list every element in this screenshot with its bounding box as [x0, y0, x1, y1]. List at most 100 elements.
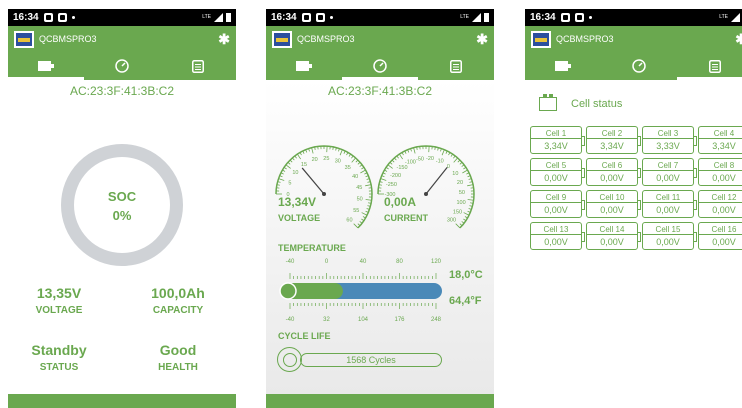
voltage-gauge-tick	[365, 184, 372, 187]
voltage-gauge-tick	[355, 159, 359, 163]
current-gauge-tick	[380, 178, 387, 181]
gauge-icon	[373, 59, 387, 73]
cell-name: Cell 10	[587, 191, 637, 203]
more-notifications-icon	[71, 16, 75, 19]
voltage-gauge-tick	[361, 167, 365, 170]
soc-value: 0%	[112, 208, 132, 223]
cell-name: Cell 9	[531, 191, 581, 203]
voltage-gauge-tick	[348, 153, 351, 157]
app-title: QCBMSPRO3	[297, 34, 355, 44]
cell-voltage: 3,34V	[712, 141, 736, 151]
current-gauge-tick	[462, 169, 468, 174]
tab-battery[interactable]	[266, 52, 342, 80]
notification-icon	[315, 13, 325, 22]
status-time: 16:34	[13, 12, 39, 23]
cell-card: Cell 16 0,00V	[698, 222, 742, 250]
tab-battery[interactable]	[8, 52, 84, 80]
health-label: HEALTH	[158, 362, 198, 373]
celsius-tick-label: 40	[360, 259, 367, 265]
current-gauge-tick-label: 100	[457, 200, 466, 206]
tab-list[interactable]	[160, 52, 236, 80]
cell-voltage: 3,34V	[600, 141, 624, 151]
bluetooth-icon[interactable]: ✱	[735, 31, 742, 48]
current-gauge-tick-label: -50	[416, 157, 424, 163]
voltage-gauge-tick-label: 10	[292, 170, 298, 176]
cell-name: Cell 7	[643, 159, 693, 171]
app-bar: QCBMSPRO3 ✱	[8, 26, 236, 52]
app-bar: QCBMSPRO3 ✱	[525, 26, 742, 52]
status-value: Standby	[31, 342, 87, 358]
tab-list[interactable]	[677, 52, 742, 80]
fahrenheit-tick-label: 176	[394, 317, 405, 323]
cell-name: Cell 11	[643, 191, 693, 203]
network-type: LTE	[719, 14, 728, 20]
signal-icon	[472, 13, 481, 22]
signal-icon	[731, 13, 740, 22]
battery-icon	[296, 61, 312, 71]
app-title: QCBMSPRO3	[39, 34, 97, 44]
current-gauge-tick-label: -10	[436, 159, 444, 165]
current-gauge-tick-label: -250	[386, 182, 397, 188]
notification-icon	[301, 13, 311, 22]
tab-list[interactable]	[418, 52, 494, 80]
phone-screen-gauges: 16:34 LTE QCBMSPRO3 ✱ AC:23:3F:41:3B:C2 …	[266, 9, 494, 408]
gauge-icon	[632, 59, 646, 73]
capacity-stat: 100,0Ah CAPACITY	[128, 285, 228, 316]
cell-status-title: Cell status	[571, 98, 623, 110]
voltage-gauge-tick-label: 30	[335, 159, 341, 165]
bottom-bar	[8, 394, 236, 408]
current-gauge-tick-label: -150	[397, 165, 408, 171]
voltage-gauge-value: 13,34V	[278, 195, 317, 209]
bluetooth-icon[interactable]: ✱	[218, 31, 230, 48]
bottom-bar	[266, 394, 494, 408]
temperature-label: TEMPERATURE	[278, 243, 346, 253]
cell-name: Cell 14	[587, 223, 637, 235]
current-gauge-needle	[425, 167, 448, 195]
tab-gauge[interactable]	[601, 52, 677, 80]
cell-name: Cell 6	[587, 159, 637, 171]
voltage-gauge-tick	[351, 155, 354, 159]
cell-name: Cell 13	[531, 223, 581, 235]
voltage-gauge-tick	[365, 199, 372, 201]
current-gauge-tick	[461, 164, 465, 167]
voltage-gauge-label: VOLTAGE	[278, 213, 321, 223]
list-icon	[192, 59, 204, 73]
notification-icon	[57, 13, 67, 22]
tab-bar	[525, 52, 742, 80]
status-bar: 16:34 LTE	[525, 9, 742, 26]
voltage-gauge-tick	[287, 162, 291, 165]
voltage-gauge-tick	[353, 223, 359, 229]
phone-screen-overview: 16:34 LTE QCBMSPRO3 ✱ AC:23:3F:41:3B:C2 …	[8, 9, 236, 408]
battery-icon	[38, 61, 54, 71]
tab-gauge[interactable]	[84, 52, 160, 80]
cell-name: Cell 15	[643, 223, 693, 235]
current-gauge-tick-label: -200	[390, 173, 401, 179]
voltage-gauge-tick	[361, 218, 365, 221]
current-gauge-tick-label: 20	[457, 180, 463, 186]
current-gauge-tick	[387, 164, 393, 169]
cell-voltage: 0,00V	[656, 173, 680, 183]
voltage-gauge-tick	[360, 169, 366, 174]
current-gauge-tick	[459, 223, 463, 226]
voltage-gauge-tick	[278, 178, 285, 181]
voltage-gauge-tick-label: 50	[357, 197, 363, 203]
voltage-gauge-tick	[359, 164, 363, 167]
current-gauge-tick	[441, 149, 445, 156]
fahrenheit-tick-label: 104	[358, 317, 369, 323]
cycle-life-value: 1568 Cycles	[300, 353, 442, 367]
tab-gauge[interactable]	[342, 52, 418, 80]
network-type: LTE	[460, 14, 469, 20]
status-time: 16:34	[271, 12, 297, 23]
voltage-gauge-tick-label: 35	[345, 165, 351, 171]
voltage-gauge-tick	[285, 164, 291, 169]
cell-name: Cell 2	[587, 127, 637, 139]
voltage-gauge-hub	[322, 192, 326, 196]
cell-voltage: 3,33V	[656, 141, 680, 151]
tab-battery[interactable]	[525, 52, 601, 80]
cell-name: Cell 8	[699, 159, 742, 171]
current-gauge-tick	[463, 212, 470, 216]
bluetooth-icon[interactable]: ✱	[476, 31, 488, 48]
cell-card: Cell 12 0,00V	[698, 190, 742, 218]
app-title: QCBMSPRO3	[556, 34, 614, 44]
current-gauge-tick	[455, 223, 461, 229]
